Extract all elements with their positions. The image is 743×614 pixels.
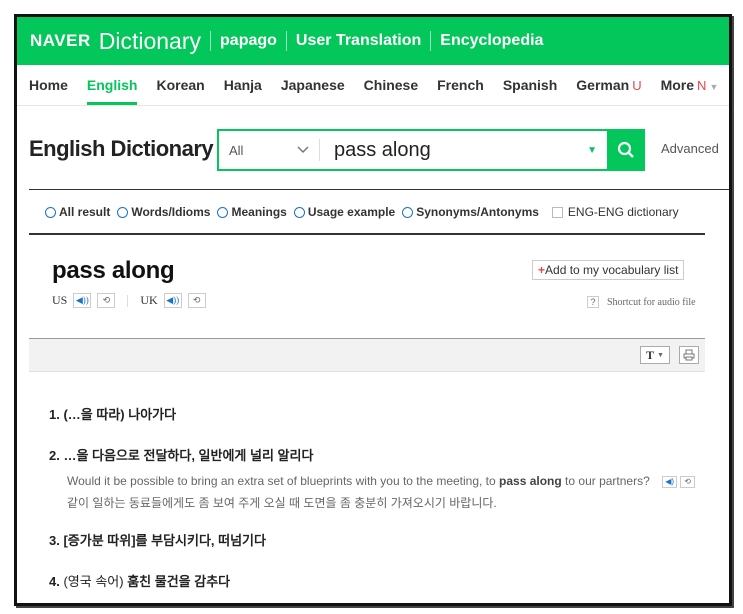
search-input[interactable]: pass along	[320, 139, 587, 162]
filter-label: Synonyms/Antonyms	[416, 205, 539, 219]
eng-eng-checkbox[interactable]: ENG-ENG dictionary	[546, 205, 679, 219]
top-bar: NAVER Dictionary papago User Translation…	[17, 17, 729, 65]
example-sentence: Would it be possible to bring an extra s…	[67, 474, 696, 488]
tab-german[interactable]: German U	[576, 65, 641, 105]
autocomplete-toggle-icon[interactable]: ▼	[587, 145, 597, 156]
divider	[210, 31, 212, 51]
entry-word: pass along	[52, 257, 175, 284]
filter-words-idioms[interactable]: Words/Idioms	[117, 205, 210, 219]
radio-icon	[45, 206, 56, 218]
uk-label: UK	[140, 293, 158, 307]
new-badge: N	[697, 78, 707, 93]
meaning-number: 3.	[49, 533, 60, 548]
repeat-icon[interactable]: ⟲	[680, 475, 696, 488]
filter-label: Usage example	[307, 205, 396, 219]
meaning-number: 4.	[49, 574, 60, 589]
tab-japanese[interactable]: Japanese	[281, 65, 345, 105]
radio-icon	[117, 206, 129, 218]
meaning-number: 2.	[49, 448, 60, 463]
encyclopedia-link[interactable]: Encyclopedia	[440, 32, 543, 50]
checkbox-label: ENG-ENG dictionary	[567, 205, 679, 219]
tab-spanish[interactable]: Spanish	[503, 65, 557, 105]
user-translation-link[interactable]: User Translation	[296, 32, 421, 50]
divider	[29, 233, 705, 235]
example-text-post: to our partners?	[561, 474, 650, 488]
font-size-button[interactable]: T ▼	[640, 346, 670, 364]
tab-more[interactable]: More N ▼	[661, 65, 719, 105]
speaker-icon[interactable]: ◀))	[163, 293, 182, 308]
checkbox-icon	[551, 206, 563, 218]
entry-toolbar: T ▼	[29, 338, 705, 372]
filter-label: All result	[59, 205, 111, 219]
filter-all-result[interactable]: All result	[45, 205, 110, 219]
pronunciation-row: US ◀)) ⟲ UK ◀)) ⟲	[52, 293, 206, 308]
divider	[285, 31, 287, 51]
chevron-down-icon	[297, 146, 309, 154]
tab-german-label: German	[576, 77, 630, 93]
filter-meanings[interactable]: Meanings	[217, 205, 287, 219]
naver-logo[interactable]: NAVER	[30, 31, 91, 51]
filter-label: Meanings	[231, 205, 287, 219]
example-translation: 같이 일하는 동료들에게도 좀 보여 주게 오실 때 도면을 좀 충분히 가져오…	[67, 496, 497, 510]
example-keyword: pass along	[499, 474, 562, 488]
divider	[127, 294, 129, 307]
example-audio-controls: ◀) ⟲	[659, 475, 696, 488]
tab-chinese[interactable]: Chinese	[364, 65, 418, 105]
repeat-icon[interactable]: ⟲	[97, 293, 116, 308]
chevron-down-icon: ▼	[657, 351, 664, 359]
repeat-icon[interactable]: ⟲	[187, 293, 206, 308]
meaning-item: 2. …을 다음으로 전달하다, 일반에게 널리 알리다	[49, 445, 313, 464]
example-text-pre: Would it be possible to bring an extra s…	[67, 474, 500, 488]
meaning-item: 3. [증가분 따위]를 부담시키다, 떠넘기다	[49, 530, 266, 549]
meaning-text: …을 다음으로 전달하다, 일반에게 널리 알리다	[63, 448, 314, 463]
search-box: All pass along ▼	[217, 129, 609, 171]
tab-hanja[interactable]: Hanja	[224, 65, 262, 105]
font-size-label: T	[646, 347, 655, 362]
radio-icon	[402, 206, 414, 218]
advanced-search-link[interactable]: Advanced	[661, 141, 719, 156]
page-title: English Dictionary	[29, 136, 214, 161]
add-vocabulary-label: Add to my vocabulary list	[545, 263, 679, 277]
print-button[interactable]	[679, 346, 699, 364]
speaker-icon[interactable]: ◀)	[662, 475, 678, 488]
tab-home[interactable]: Home	[29, 65, 68, 105]
meaning-item: 1. (…을 따라) 나아가다	[49, 404, 176, 423]
meaning-text: 훔친 물건을 감추다	[123, 574, 231, 589]
meaning-text: [증가분 따위]를 부담시키다, 떠넘기다	[63, 533, 266, 548]
meaning-number: 1.	[49, 407, 60, 422]
meaning-item: 4. (영국 속어) 훔친 물건을 감추다	[49, 571, 230, 590]
divider	[29, 189, 729, 190]
filter-synonyms-antonyms[interactable]: Synonyms/Antonyms	[402, 205, 539, 219]
audio-shortcut[interactable]: ? Shortcut for audio file	[587, 296, 696, 308]
meaning-category: (영국 속어)	[63, 574, 124, 589]
tab-korean[interactable]: Korean	[156, 65, 204, 105]
browser-frame: NAVER Dictionary papago User Translation…	[14, 14, 732, 606]
scope-select[interactable]: All	[219, 143, 319, 158]
radio-icon	[217, 206, 229, 218]
scope-value: All	[229, 142, 244, 158]
tab-more-label: More	[660, 77, 695, 93]
meaning-text: (…을 따라) 나아가다	[63, 407, 177, 422]
dictionary-title[interactable]: Dictionary	[99, 28, 201, 55]
divider	[430, 31, 432, 51]
filter-label: Words/Idioms	[131, 205, 211, 219]
print-icon	[683, 349, 695, 361]
update-badge: U	[632, 78, 642, 93]
tab-french[interactable]: French	[437, 65, 484, 105]
plus-icon: +	[538, 263, 546, 277]
shortcut-label: Shortcut for audio file	[607, 296, 696, 308]
tab-english[interactable]: English	[86, 65, 137, 105]
speaker-icon[interactable]: ◀))	[73, 293, 92, 308]
add-vocabulary-button[interactable]: +Add to my vocabulary list	[532, 260, 685, 280]
help-icon: ?	[587, 296, 599, 308]
radio-icon	[293, 206, 305, 218]
filter-usage-example[interactable]: Usage example	[293, 205, 396, 219]
chevron-down-icon: ▼	[709, 82, 719, 92]
search-button[interactable]	[607, 129, 645, 171]
result-filters: All result Words/Idioms Meanings Usage e…	[45, 205, 686, 219]
language-tabs: Home English Korean Hanja Japanese Chine…	[17, 65, 729, 106]
search-icon	[617, 141, 634, 158]
us-label: US	[52, 293, 68, 307]
papago-link[interactable]: papago	[220, 32, 277, 50]
